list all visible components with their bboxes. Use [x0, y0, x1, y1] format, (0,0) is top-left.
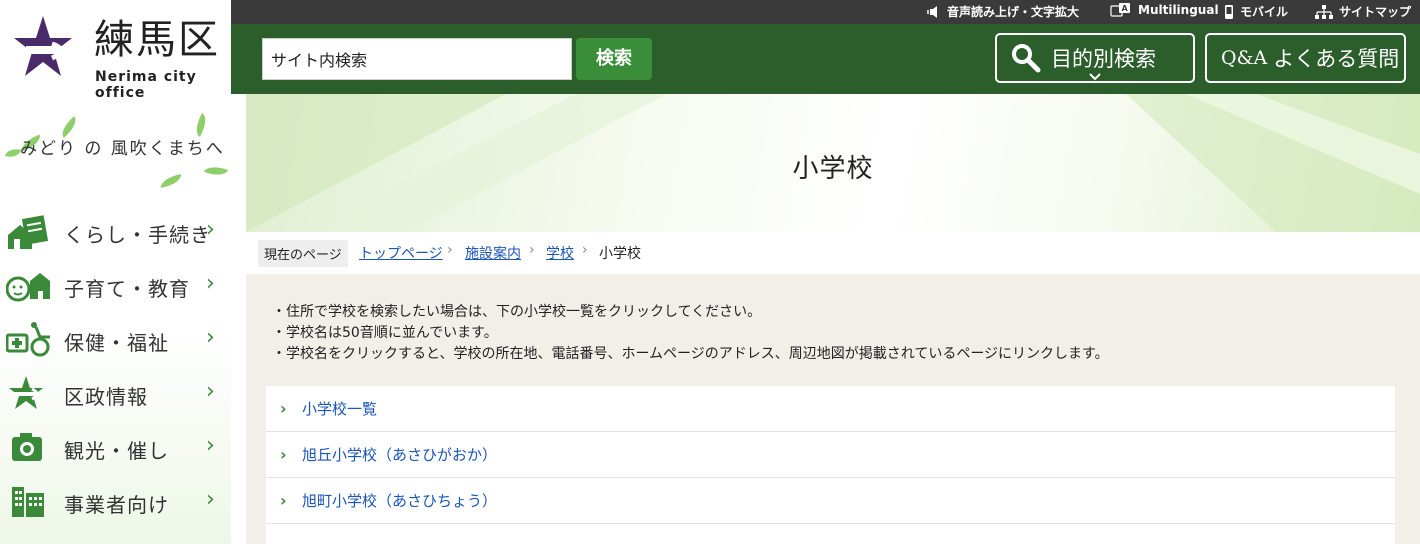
mobile-link[interactable]: モバイル [1224, 3, 1288, 20]
nav-label: くらし・手続き [64, 223, 211, 247]
chevron-right-icon: › [206, 271, 215, 296]
breadcrumb-link-schools[interactable]: 学校 [546, 243, 574, 263]
list-item[interactable]: › 旭町小学校（あさひちょう） [266, 478, 1395, 524]
chevron-right-icon: › [206, 433, 215, 458]
school-list: › 小学校一覧 › 旭丘小学校（あさひがおか） › 旭町小学校（あさひちょう） [266, 386, 1395, 544]
nav-item-health[interactable]: 保健・福祉 › [0, 313, 231, 367]
nav-label: 区政情報 [64, 385, 148, 409]
speaker-icon [927, 5, 937, 18]
page-title: 小学校 [792, 154, 874, 184]
health-wheelchair-icon [6, 322, 50, 357]
sitemap-link[interactable]: サイトマップ [1315, 3, 1411, 20]
building-icon [12, 487, 44, 517]
main-content: 小学校 現在のページ トップページ › 施設案内 › 学校 › 小学校 ・住所で… [246, 94, 1420, 544]
nav-label: 子育て・教育 [64, 277, 190, 301]
child-school-icon [6, 273, 50, 302]
breadcrumb-chevron-icon: › [447, 242, 453, 258]
chevron-right-icon: › [280, 491, 287, 510]
list-item[interactable] [266, 524, 1395, 544]
instruction-notes: ・住所で学校を検索したい場合は、下の小学校一覧をクリックしてください。 ・学校名… [272, 302, 1109, 365]
list-item[interactable]: › 旭丘小学校（あさひがおか） [266, 432, 1395, 478]
breadcrumb-link-facilities[interactable]: 施設案内 [465, 243, 521, 263]
camera-icon [12, 433, 42, 461]
sitemap-icon [1315, 4, 1333, 19]
logo-title: 練馬区 [94, 17, 220, 63]
breadcrumb-link-top[interactable]: トップページ [359, 243, 443, 263]
school-link[interactable]: 旭町小学校（あさひちょう） [302, 490, 497, 511]
nav-item-childcare[interactable]: 子育て・教育 › [0, 259, 231, 313]
nav-item-living[interactable]: くらし・手続き › [0, 205, 231, 259]
search-input[interactable] [262, 38, 572, 80]
nav-item-tourism[interactable]: 観光・催し › [0, 421, 231, 475]
nav-label: 保健・福祉 [64, 331, 169, 355]
breadcrumb-current: 小学校 [599, 246, 641, 262]
chevron-right-icon: › [280, 399, 287, 418]
chevron-right-icon: › [280, 445, 287, 464]
chevron-down-icon [1089, 73, 1101, 81]
tagline: みどり の 風吹くまちへ [0, 108, 231, 192]
utility-bar: 音声読み上げ・文字拡大 A Multilingual モバイル サイトマップ [231, 0, 1420, 24]
nav-label: 観光・催し [64, 439, 169, 463]
nerima-emblem-icon [14, 16, 72, 76]
chevron-right-icon: › [206, 487, 215, 512]
tagline-text: みどり の 風吹くまちへ [20, 139, 225, 159]
purpose-search-button[interactable]: 目的別検索 [995, 33, 1195, 83]
logo-subtitle: Nerima city office [95, 69, 197, 101]
breadcrumb-here-label: 現在のページ [258, 240, 348, 267]
school-link[interactable]: 小学校一覧 [302, 398, 377, 419]
translate-icon: A [1110, 3, 1130, 17]
faq-label: よくある質問 [1273, 47, 1400, 71]
search-button[interactable]: 検索 [576, 38, 652, 80]
breadcrumb: 現在のページ トップページ › 施設案内 › 学校 › 小学校 [246, 232, 1420, 274]
nav-item-administration[interactable]: 区政情報 › [0, 367, 231, 421]
note-line: ・住所で学校を検索したい場合は、下の小学校一覧をクリックしてください。 [272, 304, 762, 320]
note-line: ・学校名は50音順に並んでいます。 [272, 325, 498, 341]
city-emblem-icon [9, 376, 43, 409]
breadcrumb-chevron-icon: › [529, 242, 535, 258]
breadcrumb-chevron-icon: › [582, 242, 588, 258]
city-logo[interactable]: 練馬区 Nerima city office [12, 12, 222, 101]
school-link[interactable]: 旭丘小学校（あさひがおか） [302, 444, 497, 465]
multilingual-label: Multilingual [1138, 3, 1219, 17]
page-hero: 小学校 [246, 94, 1420, 232]
list-item[interactable]: › 小学校一覧 [266, 386, 1395, 432]
sitemap-label: サイトマップ [1339, 5, 1412, 19]
magnifier-icon [1012, 44, 1041, 73]
purpose-search-label: 目的別検索 [1051, 47, 1156, 71]
voice-link[interactable]: 音声読み上げ・文字拡大 [927, 3, 1079, 20]
nav-item-business[interactable]: 事業者向け › [0, 475, 231, 529]
voice-label: 音声読み上げ・文字拡大 [947, 5, 1080, 19]
multilingual-link[interactable]: A Multilingual [1110, 3, 1219, 17]
chevron-right-icon: › [206, 217, 215, 242]
main-nav: くらし・手続き › 子育て・教育 › 保健・福祉 › 区政情報 › 観光・催し … [0, 205, 231, 529]
svg-text:A: A [1122, 4, 1129, 13]
mobile-phone-icon [1225, 4, 1233, 19]
mobile-label: モバイル [1240, 5, 1289, 19]
qa-prefix: Q&A [1221, 47, 1268, 69]
nav-label: 事業者向け [64, 493, 169, 517]
faq-button[interactable]: Q&A よくある質問 [1205, 33, 1406, 83]
site-header: 検索 目的別検索 Q&A よくある質問 [231, 24, 1420, 94]
note-line: ・学校名をクリックすると、学校の所在地、電話番号、ホームページのアドレス、周辺地… [272, 346, 1109, 362]
chevron-right-icon: › [206, 379, 215, 404]
sidebar: 練馬区 Nerima city office みどり の 風吹くまちへ くらし・… [0, 0, 231, 544]
house-document-icon [8, 215, 49, 249]
chevron-right-icon: › [206, 325, 215, 350]
